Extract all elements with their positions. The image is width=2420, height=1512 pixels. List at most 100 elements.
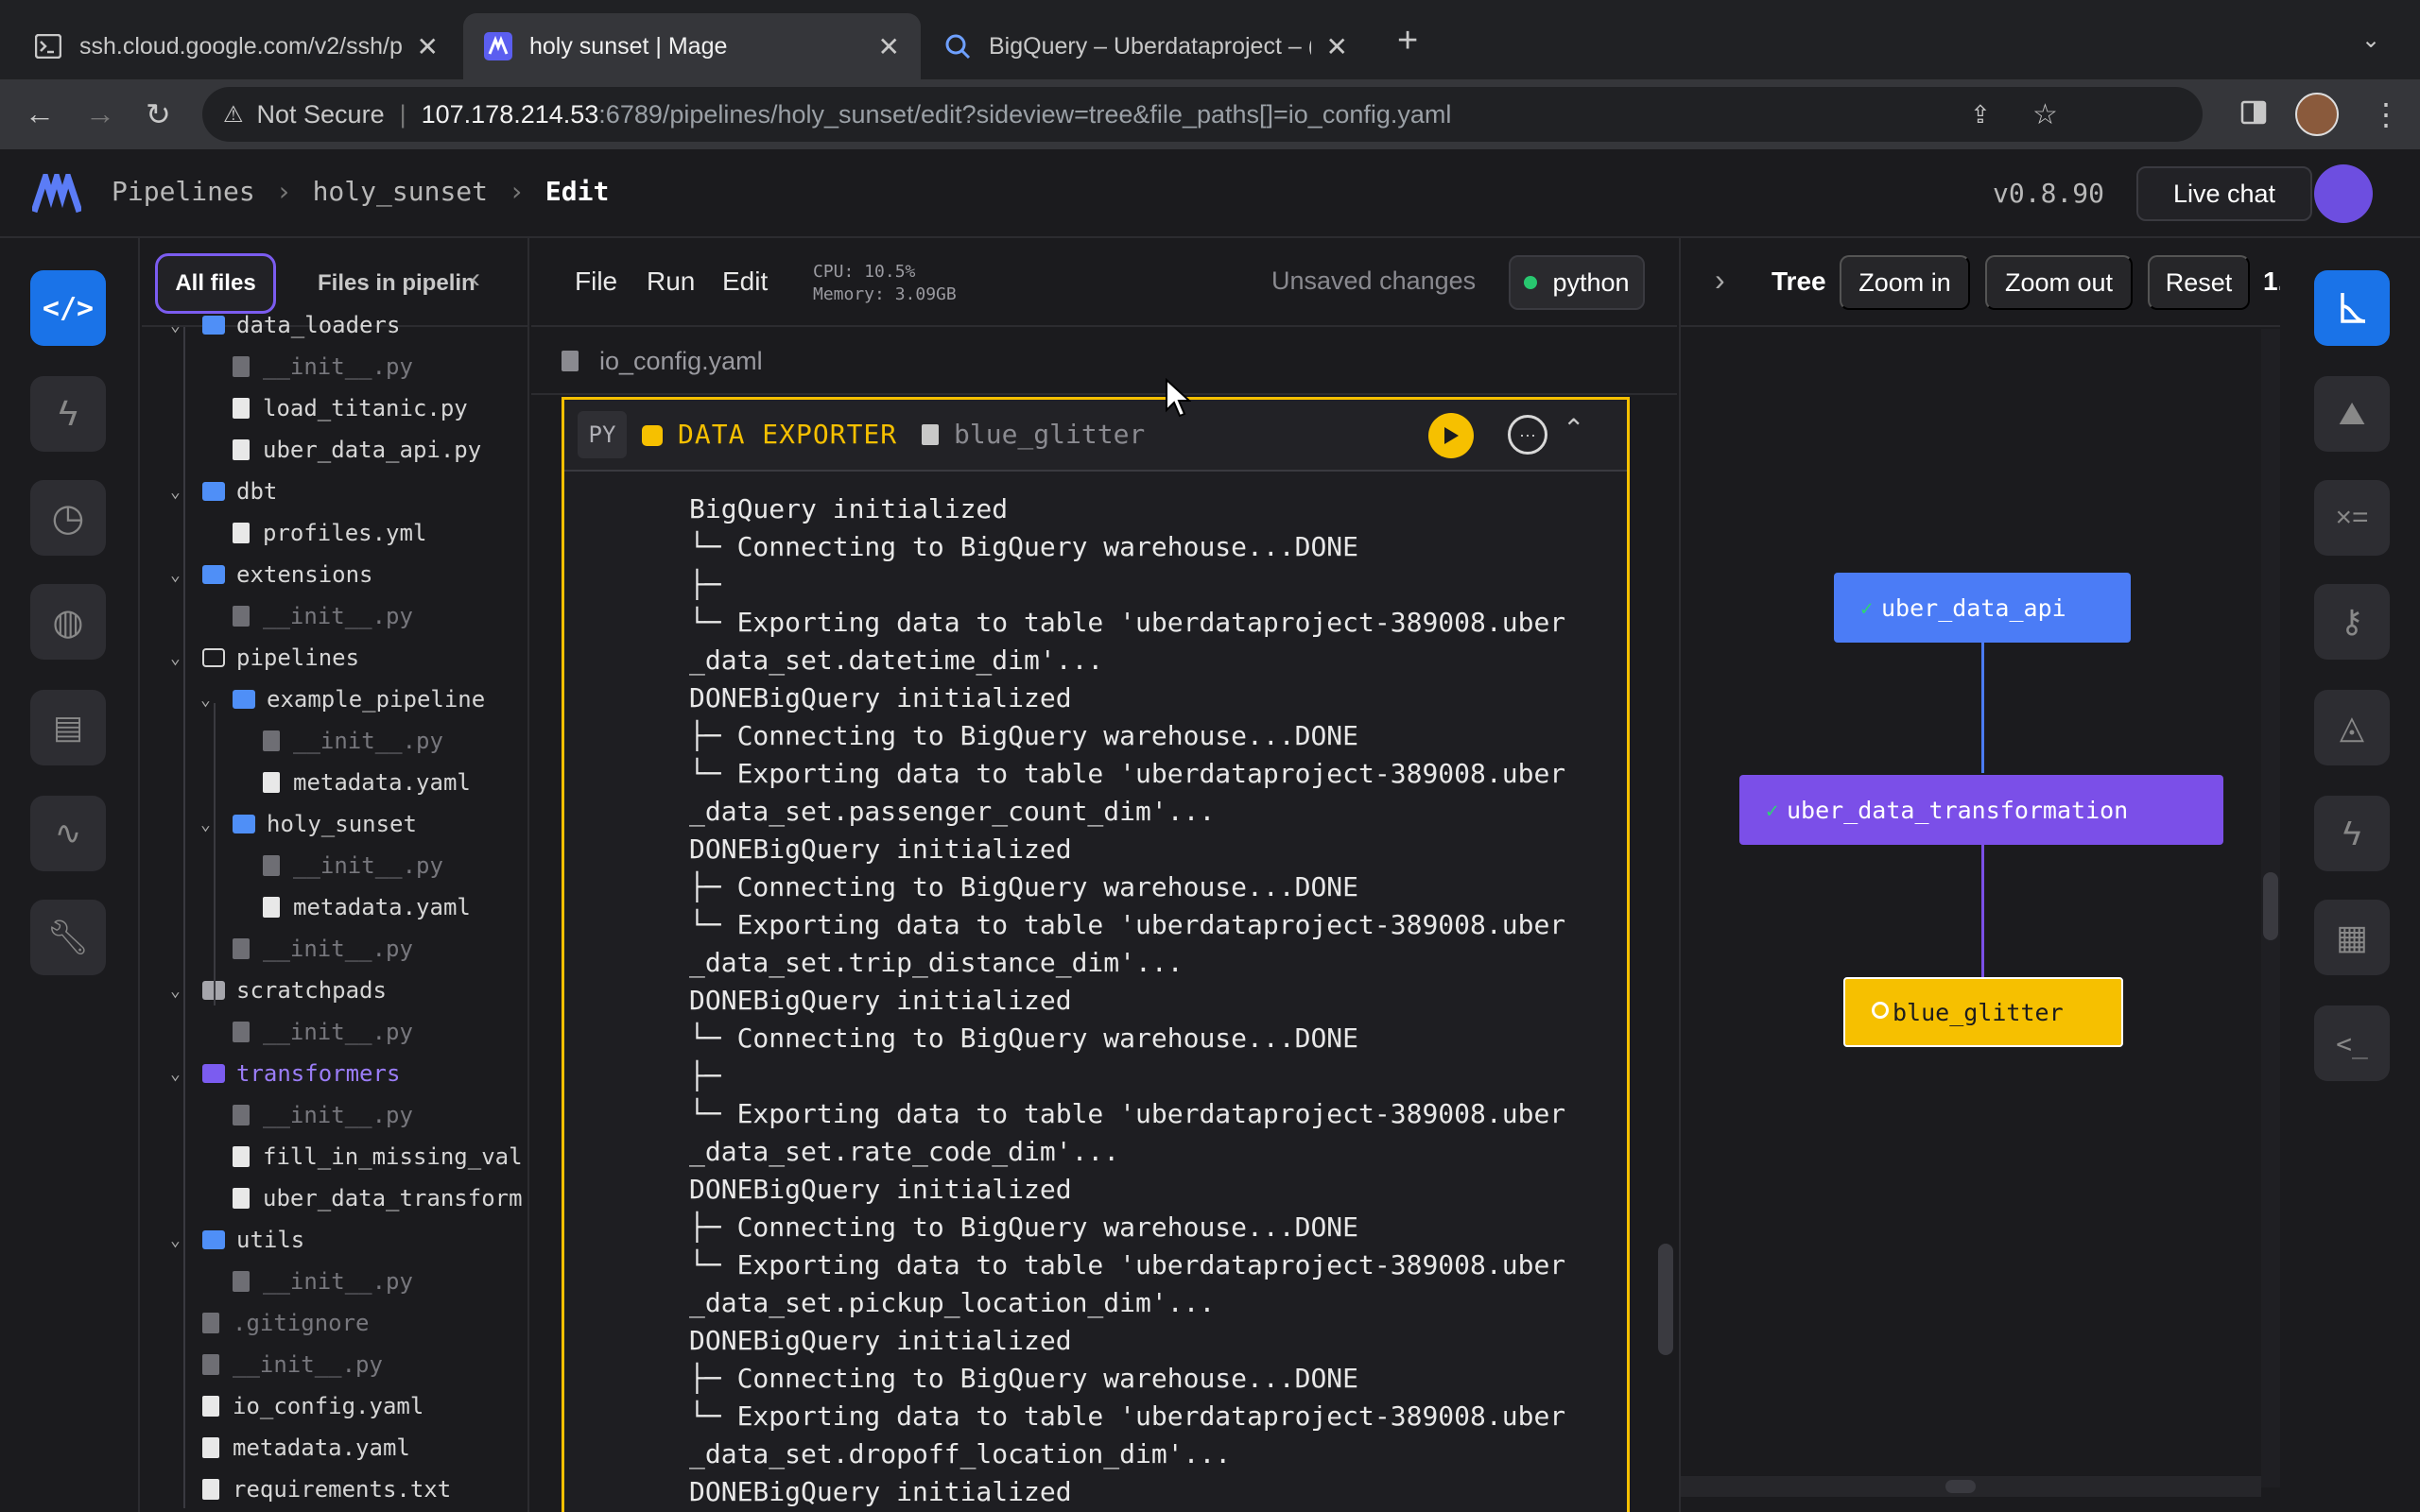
share-icon[interactable]: ⇪ [1970, 100, 1991, 129]
file-row[interactable]: uber_data_api.py [233, 429, 481, 471]
browser-tab-ssh[interactable]: ssh.cloud.google.com/v2/ssh/p ✕ [13, 13, 459, 79]
chevron-down-icon[interactable]: ⌄ [200, 815, 223, 834]
file-row[interactable]: __init__.py [202, 1344, 383, 1385]
file-row[interactable]: metadata.yaml [263, 762, 471, 803]
charts-button[interactable]: ⛰︎ [2314, 376, 2390, 452]
close-icon[interactable]: ✕ [1326, 31, 1348, 62]
sidebar-toggle-icon[interactable] [2240, 98, 2267, 133]
file-row[interactable]: __init__.py [233, 1094, 413, 1136]
folder-row[interactable]: ⌄ data_loaders [170, 304, 400, 346]
triggers-nav-button[interactable]: ϟ [30, 376, 106, 452]
reload-icon[interactable]: ↻ [146, 96, 171, 132]
breadcrumb-pipeline-name[interactable]: holy_sunset [313, 176, 488, 207]
chevron-left-icon[interactable]: ‹ [471, 263, 480, 295]
file-row[interactable]: profiles.yml [233, 512, 426, 554]
tree-view-button[interactable] [2314, 270, 2390, 346]
block-settings-button[interactable]: ◬ [2314, 690, 2390, 765]
open-file-tab[interactable]: io_config.yaml [531, 329, 1677, 395]
scrollbar-thumb[interactable] [2263, 872, 2278, 940]
chevron-down-icon[interactable]: ⌄ [170, 482, 193, 502]
file-row[interactable]: .gitignore [202, 1302, 370, 1344]
folder-row[interactable]: ⌄ pipelines [170, 637, 359, 679]
chevron-down-icon[interactable]: ⌄ [170, 565, 193, 585]
breadcrumb-pipelines[interactable]: Pipelines [112, 176, 255, 207]
tree-tab-label[interactable]: Tree [1772, 266, 1826, 297]
file-row[interactable]: __init__.py [233, 595, 413, 637]
folder-row[interactable]: ⌄ holy_sunset [200, 803, 417, 845]
backfills-nav-button[interactable]: ◍ [30, 584, 106, 660]
browser-tab-mage[interactable]: holy sunset | Mage ✕ [463, 13, 921, 79]
user-avatar[interactable] [2314, 164, 2373, 223]
folder-row[interactable]: ⌄ scratchpads [170, 970, 387, 1011]
folder-row[interactable]: ⌄ example_pipeline [200, 679, 485, 720]
menu-file[interactable]: File [575, 266, 617, 297]
browser-menu-icon[interactable]: ⋮ [2371, 96, 2401, 132]
profile-avatar[interactable] [2295, 93, 2339, 136]
run-block-button[interactable] [1428, 413, 1474, 458]
file-row[interactable]: __init__.py [263, 720, 443, 762]
chevron-down-icon[interactable]: ⌄ [170, 981, 193, 1001]
file-row[interactable]: __init__.py [263, 845, 443, 886]
editor-scrollbar[interactable] [1658, 1244, 1673, 1355]
data-table-button[interactable]: ▦ [2314, 900, 2390, 975]
chevron-down-icon[interactable]: ⌄ [170, 648, 193, 668]
file-row[interactable]: __init__.py [233, 928, 413, 970]
mage-logo-icon[interactable] [30, 165, 83, 218]
new-tab-button[interactable]: + [1397, 21, 1418, 61]
block-language-badge[interactable]: PY [578, 411, 627, 458]
scrollbar-thumb[interactable] [1945, 1480, 1976, 1493]
triggers-button[interactable]: ϟ [2314, 796, 2390, 871]
runs-nav-button[interactable]: ◷ [30, 480, 106, 556]
tree-node-uber-data-transformation[interactable]: ✓ uber_data_transformation [1739, 775, 2223, 845]
logs-nav-button[interactable]: ▤ [30, 690, 106, 765]
file-row[interactable]: io_config.yaml [202, 1385, 424, 1427]
forward-arrow-icon[interactable]: → [85, 96, 115, 131]
tree-canvas[interactable]: ✓ uber_data_api ✓ uber_data_transformati… [1681, 329, 2261, 1487]
not-secure-label[interactable]: Not Secure [257, 100, 385, 129]
file-row[interactable]: requirements.txt [202, 1469, 451, 1510]
folder-row[interactable]: ⌄ dbt [170, 471, 277, 512]
kernel-status-button[interactable]: python [1509, 255, 1645, 310]
address-bar[interactable]: ⚠ Not Secure | 107.178.214.53:6789/pipel… [202, 87, 2203, 142]
menu-run[interactable]: Run [647, 266, 695, 297]
file-row[interactable]: fill_in_missing_val [233, 1136, 523, 1177]
more-options-button[interactable]: ··· [1508, 415, 1547, 455]
terminal-button[interactable]: <_ [2314, 1005, 2390, 1081]
zoom-in-button[interactable]: Zoom in [1840, 255, 1970, 310]
file-row[interactable]: metadata.yaml [263, 886, 471, 928]
code-editor-nav-button[interactable]: </> [30, 270, 106, 346]
block-name[interactable]: blue_glitter [954, 419, 1145, 450]
file-row[interactable]: uber_data_transform [233, 1177, 523, 1219]
chevron-down-icon[interactable]: ⌄ [170, 1230, 193, 1250]
browser-tab-bigquery[interactable]: BigQuery – Uberdataproject – ( ✕ [923, 13, 1369, 79]
chevron-down-icon[interactable]: ⌄ [170, 316, 193, 335]
file-row[interactable]: metadata.yaml [202, 1427, 410, 1469]
tree-horizontal-scrollbar[interactable] [1681, 1476, 2261, 1497]
reset-button[interactable]: Reset [2148, 255, 2250, 310]
file-row[interactable]: __init__.py [233, 346, 413, 387]
secrets-button[interactable]: ⚷ [2314, 584, 2390, 660]
chevron-up-icon[interactable]: ⌃ [1563, 413, 1584, 444]
chevron-right-icon[interactable]: › [1715, 263, 1725, 298]
tree-node-uber-data-api[interactable]: ✓ uber_data_api [1834, 573, 2131, 643]
zoom-out-button[interactable]: Zoom out [1985, 255, 2133, 310]
settings-nav-button[interactable]: 🔧︎ [30, 900, 106, 975]
file-row[interactable]: load_titanic.py [233, 387, 468, 429]
close-icon[interactable]: ✕ [417, 31, 439, 62]
monitor-nav-button[interactable]: ∿ [30, 796, 106, 871]
bookmark-star-icon[interactable]: ☆ [2032, 98, 2058, 131]
folder-row[interactable]: ⌄ extensions [170, 554, 373, 595]
close-icon[interactable]: ✕ [878, 31, 900, 62]
file-row[interactable]: __init__.py [233, 1261, 413, 1302]
folder-row[interactable]: ⌄ utils [170, 1219, 304, 1261]
chevron-down-icon[interactable]: ⌄ [200, 690, 223, 710]
tree-vertical-scrollbar[interactable] [2261, 329, 2280, 1487]
back-arrow-icon[interactable]: ← [25, 96, 55, 131]
menu-edit[interactable]: Edit [722, 266, 768, 297]
tree-node-blue-glitter[interactable]: blue_glitter [1843, 977, 2123, 1047]
chevron-down-icon[interactable]: ⌄ [170, 1064, 193, 1084]
file-row[interactable]: __init__.py [233, 1011, 413, 1053]
tab-list-chevron-icon[interactable]: ⌄ [2361, 26, 2380, 54]
live-chat-button[interactable]: Live chat [2136, 166, 2312, 221]
variables-button[interactable]: ×= [2314, 480, 2390, 556]
